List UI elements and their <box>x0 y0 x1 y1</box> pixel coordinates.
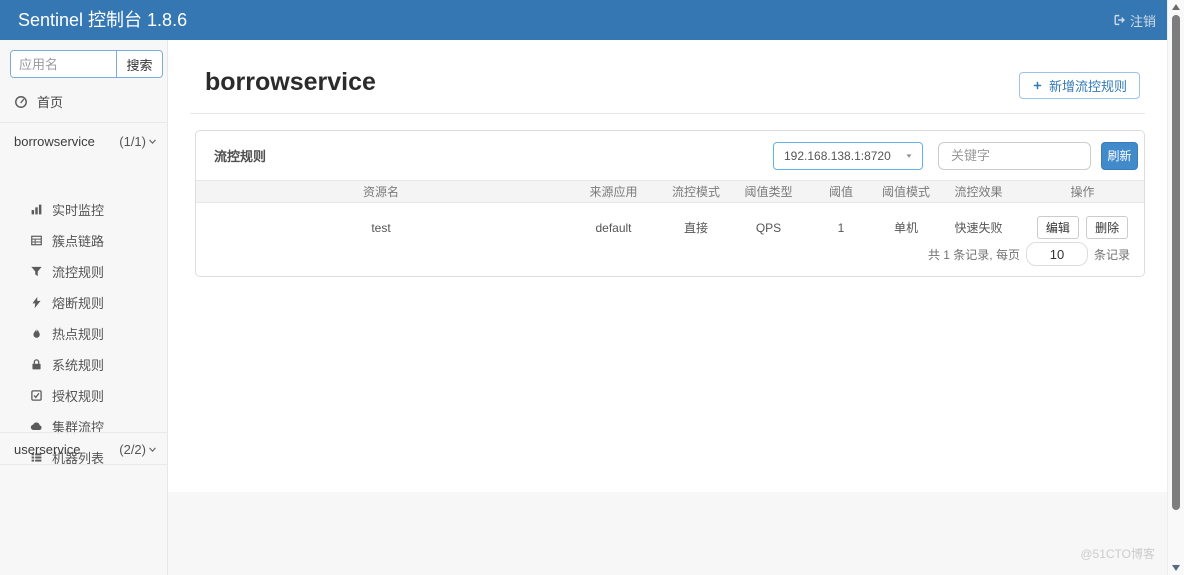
item-label: 流控规则 <box>52 265 105 280</box>
group-count: (1/1) <box>119 134 158 149</box>
item-label: 集群流控 <box>52 420 105 435</box>
item-label: 实时监控 <box>52 203 105 218</box>
search-button[interactable]: 搜索 <box>116 51 162 77</box>
cell-mode: 直接 <box>683 221 708 235</box>
lock-icon <box>31 359 42 371</box>
pagination: 共 1 条记录, 每页 条记录 <box>928 242 1130 266</box>
delete-button[interactable]: 删除 <box>1086 216 1129 239</box>
sidebar-divider <box>0 122 168 123</box>
page-title: borrowservice <box>205 68 376 96</box>
table-header-row: 资源名 来源应用 流控模式 阈值类型 阈值 阈值模式 流控效果 操作 <box>196 180 1144 203</box>
col-threshold: 阈值 <box>806 180 876 203</box>
machine-select[interactable]: 192.168.138.1:8720 <box>773 141 923 170</box>
sidebar-item-home[interactable]: 首页 <box>14 92 63 111</box>
sidebar: 搜索 首页 borrowservice (1/1) 实时监控 簇点链路 流控规则… <box>0 40 168 575</box>
chevron-down-icon <box>148 138 157 144</box>
flow-rules-panel: 流控规则 192.168.138.1:8720 刷新 资源名 来源应用 流控模式… <box>195 130 1145 277</box>
filter-icon <box>31 266 42 277</box>
col-mode: 流控模式 <box>661 180 731 203</box>
add-flow-rule-button[interactable]: 新增流控规则 <box>1018 72 1140 99</box>
sidebar-item-param-flow-rules[interactable]: 热点规则 <box>0 318 167 349</box>
col-threshold-mode: 阈值模式 <box>876 180 936 203</box>
keyword-input[interactable] <box>938 141 1091 170</box>
logout-label: 注销 <box>1129 13 1156 29</box>
cell-resource: test <box>371 220 391 235</box>
group-name: userservice <box>14 441 81 457</box>
col-effect: 流控效果 <box>936 180 1021 203</box>
fire-icon <box>33 327 40 338</box>
cell-source: default <box>595 220 632 235</box>
item-label: 热点规则 <box>52 327 105 342</box>
sidebar-item-flow-rules[interactable]: 流控规则 <box>0 256 167 287</box>
sidebar-group-userservice[interactable]: userservice (2/2) <box>0 436 167 462</box>
machine-select-value: 192.168.138.1:8720 <box>784 148 891 163</box>
group-name: borrowservice <box>14 133 95 149</box>
sidebar-home-label: 首页 <box>37 95 64 110</box>
sidebar-divider <box>0 432 168 433</box>
cell-threshold: 1 <box>837 220 845 235</box>
sidebar-item-degrade-rules[interactable]: 熔断规则 <box>0 287 167 318</box>
sidebar-divider <box>0 464 168 465</box>
edit-button[interactable]: 编辑 <box>1036 216 1079 239</box>
sidebar-group-borrowservice[interactable]: borrowservice (1/1) <box>0 128 167 154</box>
plus-icon <box>1033 81 1042 90</box>
item-label: 熔断规则 <box>52 296 105 311</box>
refresh-button[interactable]: 刷新 <box>1101 141 1138 170</box>
pagination-suffix: 条记录 <box>1093 247 1130 262</box>
cluster-link-icon <box>31 235 42 246</box>
scroll-up-arrow-icon[interactable] <box>1172 4 1180 10</box>
panel-header: 流控规则 192.168.138.1:8720 刷新 <box>196 131 1144 180</box>
app-search-input[interactable] <box>11 51 116 77</box>
item-label: 簇点链路 <box>52 234 105 249</box>
app-search-group: 搜索 <box>10 50 163 78</box>
item-label: 系统规则 <box>52 358 105 373</box>
title-divider <box>190 113 1145 114</box>
col-source: 来源应用 <box>566 180 661 203</box>
logout-button[interactable]: 注销 <box>1112 0 1156 40</box>
pagination-prefix: 共 1 条记录, 每页 <box>927 247 1020 262</box>
panel-title: 流控规则 <box>214 149 267 164</box>
page-size-input[interactable] <box>1025 242 1088 266</box>
group-count: (2/2) <box>119 442 158 457</box>
item-label: 授权规则 <box>52 389 105 404</box>
scrollbar-thumb[interactable] <box>1172 15 1180 510</box>
caret-down-icon <box>906 154 912 158</box>
scroll-down-arrow-icon[interactable] <box>1172 565 1180 571</box>
sidebar-item-authority-rules[interactable]: 授权规则 <box>0 380 167 411</box>
sign-out-icon <box>1114 14 1125 26</box>
check-square-icon <box>31 390 42 401</box>
cell-threshold-type: QPS <box>755 220 782 235</box>
chevron-down-icon <box>148 446 157 452</box>
app-brand: Sentinel 控制台 1.8.6 <box>18 10 188 30</box>
col-resource: 资源名 <box>196 180 566 203</box>
sidebar-item-realtime-monitor[interactable]: 实时监控 <box>0 194 167 225</box>
bar-chart-icon <box>31 204 42 215</box>
col-actions: 操作 <box>1021 180 1144 203</box>
sidebar-item-cluster-link[interactable]: 簇点链路 <box>0 225 167 256</box>
col-threshold-type: 阈值类型 <box>731 180 806 203</box>
top-navbar: Sentinel 控制台 1.8.6 注销 <box>0 0 1184 40</box>
gauge-icon <box>15 95 27 108</box>
watermark: @51CTO博客 <box>1080 547 1155 561</box>
sidebar-item-system-rules[interactable]: 系统规则 <box>0 349 167 380</box>
main-content: borrowservice 新增流控规则 流控规则 192.168.138.1:… <box>168 40 1184 492</box>
bolt-icon <box>32 296 41 309</box>
add-flow-rule-label: 新增流控规则 <box>1048 79 1127 94</box>
scrollbar[interactable] <box>1167 0 1184 575</box>
